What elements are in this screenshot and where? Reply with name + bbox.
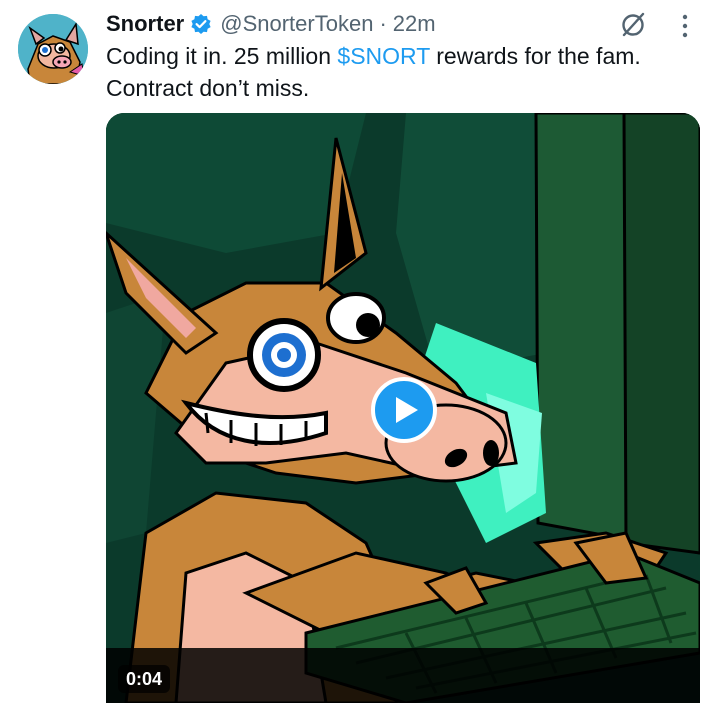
author-handle[interactable]: @SnorterToken [220,11,373,37]
header-separator: · [379,11,387,36]
tweet-text: Coding it in. 25 million $SNORT rewards … [106,40,696,104]
tweet-text-segment: Coding it in. 25 million [106,43,338,69]
author-avatar[interactable] [18,14,88,84]
play-icon [395,397,418,423]
more-options-icon[interactable] [676,12,694,40]
video-duration-badge: 0:04 [118,665,171,693]
tweet-header: Snorter @SnorterToken · 22m [106,8,436,40]
grok-icon[interactable] [618,10,648,40]
cashtag-link[interactable]: $SNORT [337,43,429,69]
snorter-avatar-icon [18,14,88,84]
verified-badge-icon [190,13,212,35]
tweet[interactable]: Snorter @SnorterToken · 22m Coding it in… [0,0,720,703]
video-player[interactable]: 0:04 [106,113,700,703]
author-name[interactable]: Snorter [106,11,184,37]
tweet-text-line-2: Contract don’t miss. [106,75,310,101]
tweet-timestamp[interactable]: 22m [393,11,436,37]
play-button[interactable] [371,377,437,443]
tweet-text-line-1: Coding it in. 25 million $SNORT rewards … [106,40,696,72]
tweet-text-segment: rewards for the fam. [429,43,641,69]
